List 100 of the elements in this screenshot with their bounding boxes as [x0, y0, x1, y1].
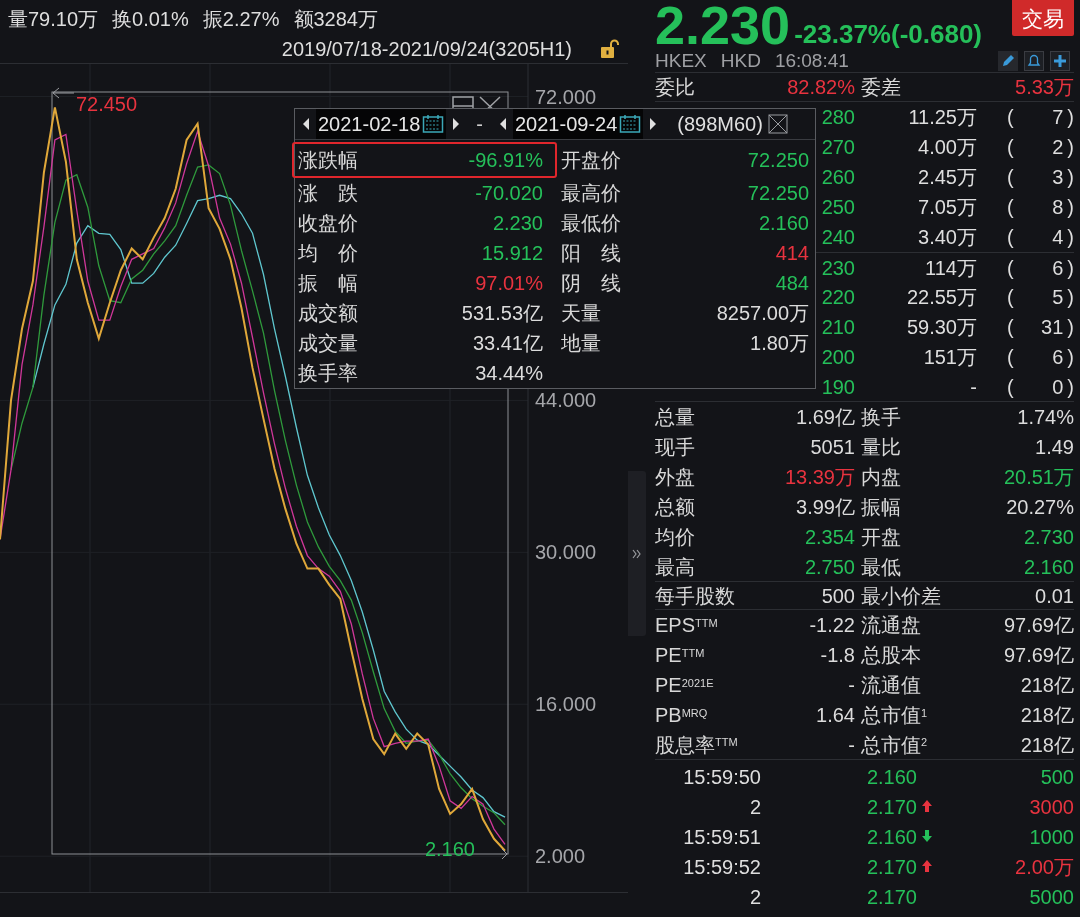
- date-field[interactable]: 2021-09-24: [513, 109, 644, 139]
- quote-stat: 额3284万: [293, 7, 378, 32]
- stat-label: 总市值$^{1}$: [861, 703, 928, 728]
- order-count: 3: [1052, 165, 1064, 190]
- stat-label: 开盘价: [561, 148, 621, 173]
- axis-label: 72.000: [535, 85, 597, 108]
- stat-value: 2.354: [804, 525, 855, 550]
- trade-volume: 500: [1040, 765, 1074, 790]
- stat-value: 97.01%: [475, 272, 543, 294]
- trade-price: 2.160: [866, 825, 917, 850]
- order-price: 190: [821, 374, 855, 400]
- order-count: 6: [1052, 255, 1064, 281]
- stat-value: -96.91%: [468, 149, 543, 171]
- order-price: 210: [821, 315, 855, 340]
- stat-value: 1.69亿: [796, 405, 855, 430]
- last-price: 2.230: [655, 0, 791, 50]
- stat-label: EPS$^{TTM}$: [655, 613, 718, 638]
- stat-value: 20.27%: [1006, 495, 1074, 520]
- order-price: 240: [821, 225, 855, 250]
- trade-time: 2: [749, 885, 761, 910]
- order-volume: 59.30万: [906, 315, 977, 340]
- order-volume: 2.45万: [918, 165, 977, 190]
- stat-label: 成交额: [298, 301, 358, 326]
- stat-value: 2.750: [804, 554, 855, 580]
- bracket: (: [1007, 285, 1014, 310]
- bracket: (: [1007, 195, 1014, 220]
- period-label: (898M60): [677, 112, 763, 137]
- bracket: (: [1007, 345, 1014, 370]
- order-count: 2: [1052, 135, 1064, 160]
- stat-value: 5051: [810, 435, 855, 460]
- bracket: (: [1007, 225, 1014, 250]
- order-volume: 114万: [925, 255, 977, 281]
- order-count: 31: [1041, 315, 1064, 340]
- stat-value: 13.39万: [784, 465, 855, 490]
- trade-time: 15:59:51: [683, 825, 761, 850]
- stat-value: 2.230: [492, 212, 543, 234]
- stat-value: 5.33万: [1015, 75, 1074, 100]
- axis-label: 16.000: [535, 693, 597, 716]
- stat-label: 地量: [561, 331, 601, 356]
- stat-label: PB$^{MRQ}$: [655, 703, 708, 728]
- bracket: ): [1067, 255, 1074, 281]
- bracket: ): [1067, 225, 1074, 250]
- order-price: 250: [821, 195, 855, 220]
- stat-label: 振 幅: [298, 271, 358, 296]
- stat-label: 阴 线: [561, 271, 621, 296]
- order-volume: 4.00万: [918, 135, 977, 160]
- stat-label: 最低价: [561, 211, 621, 236]
- stat-value: 97.69亿: [1003, 613, 1074, 638]
- order-price: 200: [821, 345, 855, 370]
- stat-label: 总股本: [861, 643, 921, 668]
- stat-value: -1.22: [809, 613, 855, 638]
- stat-value: 1.64: [816, 703, 855, 728]
- stat-label: PE$^{TTM}$: [655, 643, 705, 668]
- stat-label: 总量: [655, 405, 695, 430]
- stat-label: 内盘: [861, 465, 901, 490]
- order-count: 6: [1052, 345, 1064, 370]
- stat-value: 3.99亿: [796, 495, 855, 520]
- stat-label: 换手: [861, 405, 901, 430]
- bracket: ): [1067, 165, 1074, 190]
- exchange-label: HKEX: [655, 48, 707, 73]
- bracket: (: [1007, 105, 1014, 130]
- stat-label: 最低: [861, 554, 901, 580]
- stat-value: -: [848, 732, 855, 758]
- stat-value: 484: [775, 271, 809, 296]
- stat-value: 72.250: [747, 181, 809, 206]
- stat-value: 218亿: [1020, 732, 1074, 758]
- price-change: -23.37%(-0.680): [794, 18, 983, 50]
- trade-volume: 1000: [1029, 825, 1074, 850]
- trade-button[interactable]: 交易: [1012, 0, 1074, 36]
- stat-value: -70.020: [475, 182, 543, 204]
- stat-value: 20.51万: [1003, 465, 1074, 490]
- stat-value: 2.160: [758, 211, 809, 236]
- stat-value: 218亿: [1020, 703, 1074, 728]
- stat-value: 2.730: [1023, 525, 1074, 550]
- bracket: ): [1067, 315, 1074, 340]
- trade-time: 2: [749, 795, 761, 820]
- axis-label: 44.000: [535, 389, 597, 412]
- stat-value: 531.53亿: [461, 302, 543, 324]
- separator: -: [475, 112, 484, 137]
- order-price: 220: [821, 285, 855, 310]
- stat-value: 82.82%: [787, 75, 855, 100]
- stat-value: 414: [775, 241, 809, 266]
- stat-value: -1.8: [820, 643, 855, 668]
- bracket: (: [1007, 374, 1014, 400]
- stat-label: 振幅: [861, 495, 901, 520]
- stat-label: 现手: [655, 435, 695, 460]
- stat-label: 涨 跌: [298, 181, 358, 206]
- currency-label: HKD: [720, 48, 761, 73]
- date-field[interactable]: 2021-02-18: [316, 109, 447, 139]
- stat-label: 收盘价: [298, 211, 358, 236]
- stat-label: 最小价差: [861, 583, 941, 609]
- bracket: (: [1007, 135, 1014, 160]
- order-price: 260: [821, 165, 855, 190]
- stat-label: 委比: [655, 75, 695, 100]
- stat-label: 外盘: [655, 465, 695, 490]
- stat-label: 总市值$^{2}$: [861, 732, 928, 758]
- stat-label: 流通值: [861, 673, 921, 698]
- stat-label: 涨跌幅: [298, 148, 358, 173]
- stat-label: 天量: [561, 301, 601, 326]
- max-price-label: 72.450: [75, 93, 138, 116]
